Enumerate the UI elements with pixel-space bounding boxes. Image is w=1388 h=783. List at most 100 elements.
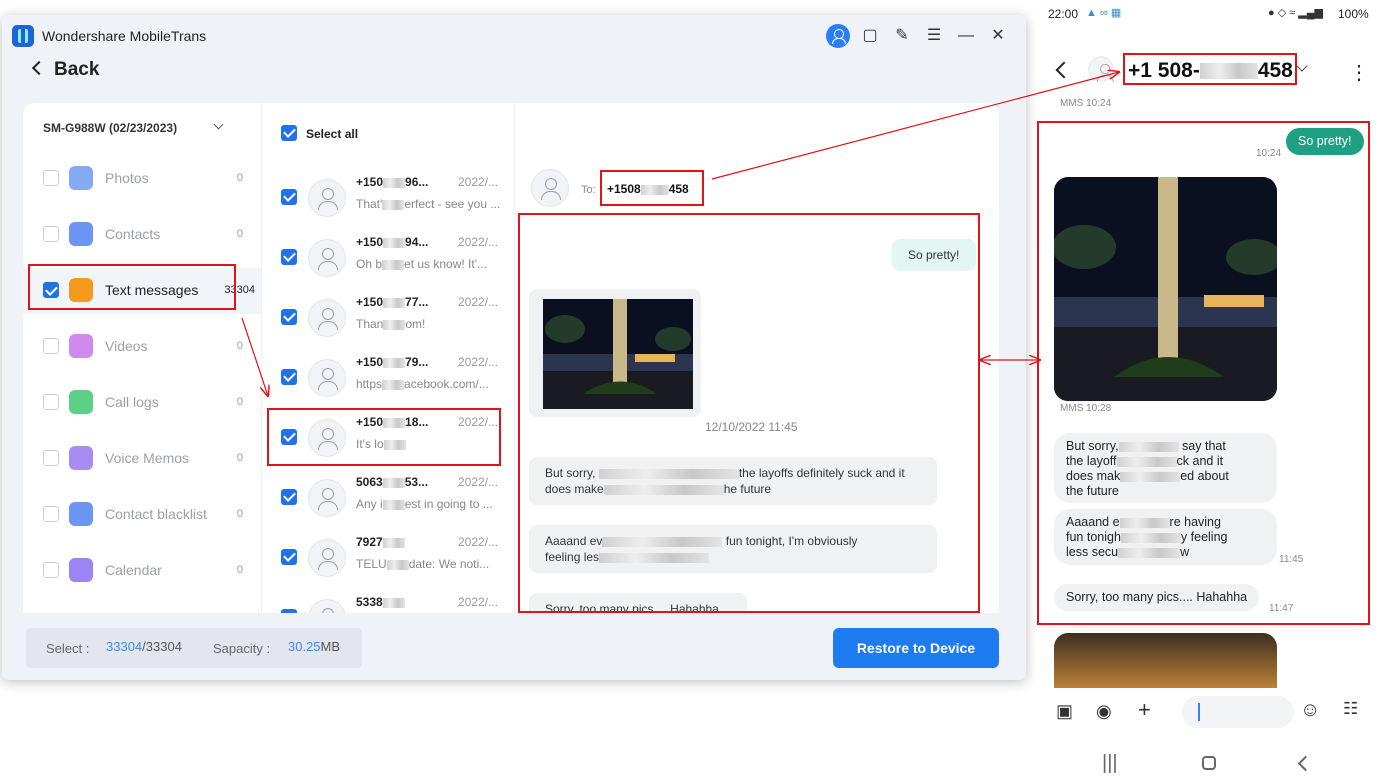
thread-item[interactable]: +150 94... 2022/... Oh b et us know! It'... — [262, 227, 514, 287]
category-item[interactable]: Videos 0 — [23, 324, 261, 370]
food-photo[interactable] — [1054, 633, 1277, 693]
thread-list-panel: Select all +150 96... 2022/... That' erfect … — [262, 103, 514, 613]
category-checkbox[interactable] — [43, 170, 59, 186]
thread-checkbox[interactable] — [281, 309, 297, 325]
thread-preview: TELU date: We noti... — [356, 557, 490, 571]
category-checkbox[interactable] — [43, 226, 59, 242]
home-icon[interactable] — [1202, 756, 1216, 770]
add-icon[interactable]: + — [1138, 697, 1151, 723]
thread-name: 5063 53... — [356, 475, 429, 489]
contact-avatar — [308, 299, 346, 337]
thread-date: 2022/... — [458, 475, 499, 489]
thread-name: +150 94... — [356, 235, 429, 249]
category-count: 0 — [236, 172, 243, 184]
more-options-icon[interactable]: ⋮ — [1349, 60, 1369, 85]
thread-item[interactable]: +150 96... 2022/... That' erfect - see you .… — [262, 167, 514, 227]
thread-item[interactable]: 7927 2022/... TELU date: We noti... — [262, 527, 514, 587]
restore-to-device-button[interactable]: Restore to Device — [833, 628, 999, 668]
thread-checkbox[interactable] — [281, 369, 297, 385]
highlight-phone-number — [1123, 53, 1297, 85]
device-selector[interactable]: SM-G988W (02/23/2023) — [43, 121, 177, 135]
contacts-icon — [69, 222, 93, 246]
category-label: Contact blacklist — [105, 506, 207, 522]
thread-checkbox[interactable] — [281, 249, 297, 265]
camera-icon[interactable]: ◉ — [1096, 701, 1112, 722]
thread-date: 2022/... — [458, 595, 499, 609]
message-input-bar: ▣ ◉ + ☺ ☷ — [1036, 688, 1388, 736]
thread-preview: Oh b et us know! It'... — [356, 257, 488, 271]
category-item[interactable]: Voice Memos 0 — [23, 436, 261, 482]
thread-item[interactable]: 5063 53... 2022/... Any i est in going to ..… — [262, 467, 514, 527]
thread-date: 2022/... — [458, 175, 499, 189]
highlight-recipient — [600, 170, 704, 206]
selection-summary: Select : 33304/33304 Sapacity : 30.25MB — [26, 628, 362, 668]
close-icon[interactable]: ✕ — [986, 25, 1010, 47]
contact-avatar — [531, 169, 569, 207]
category-count: 0 — [236, 396, 243, 408]
select-all-label[interactable]: Select all — [306, 127, 358, 141]
thread-name: +150 96... — [356, 175, 429, 189]
thread-preview: https acebook.com/... — [356, 377, 489, 391]
voice-icon[interactable]: ☷ — [1343, 699, 1358, 719]
thread-checkbox[interactable] — [281, 489, 297, 505]
nav-back-icon[interactable] — [1297, 755, 1314, 772]
category-count: 0 — [236, 452, 243, 464]
account-icon[interactable] — [826, 24, 850, 48]
thread-date: 2022/... — [458, 295, 499, 309]
thread-item[interactable]: 5338 2022/... — [262, 587, 514, 613]
category-item[interactable]: Contacts 0 — [23, 212, 261, 258]
contact-avatar — [308, 359, 346, 397]
back-arrow-icon[interactable] — [1055, 61, 1073, 79]
category-checkbox[interactable] — [43, 338, 59, 354]
contact-avatar — [308, 479, 346, 517]
chevron-down-icon[interactable] — [1296, 60, 1308, 72]
thread-checkbox[interactable] — [281, 189, 297, 205]
category-checkbox[interactable] — [43, 394, 59, 410]
thread-date: 2022/... — [458, 355, 499, 369]
category-checkbox[interactable] — [43, 562, 59, 578]
highlight-conversation — [518, 213, 980, 613]
feedback-icon[interactable]: ▢ — [858, 25, 882, 47]
selected-count: 33304/33304 — [106, 639, 182, 654]
photos-icon — [69, 166, 93, 190]
recent-apps-icon[interactable]: ||| — [1102, 752, 1118, 775]
notification-icons: ▲ ∞ ▦ — [1086, 7, 1122, 19]
category-checkbox[interactable] — [43, 506, 59, 522]
gallery-icon[interactable]: ▣ — [1056, 701, 1073, 722]
thread-name: 7927 — [356, 535, 405, 549]
highlight-text-messages — [28, 264, 236, 310]
category-label: Videos — [105, 338, 148, 354]
app-title: Wondershare MobileTrans — [42, 28, 207, 44]
signal-icons: ● ◇ ≈ ▂▄▆ — [1268, 7, 1324, 19]
category-checkbox[interactable] — [43, 450, 59, 466]
category-label: Contacts — [105, 226, 161, 242]
contact-avatar — [308, 539, 346, 577]
thread-name: 5338 — [356, 595, 405, 609]
thread-checkbox[interactable] — [281, 549, 297, 565]
thread-item[interactable]: +150 79... 2022/... https acebook.com/... — [262, 347, 514, 407]
thread-date: 2022/... — [458, 535, 499, 549]
category-item[interactable]: Photos 0 — [23, 156, 261, 202]
category-item[interactable]: Contact blacklist 0 — [23, 492, 261, 538]
minimize-icon[interactable]: — — [954, 25, 978, 47]
category-label: Calendar — [105, 562, 162, 578]
app-logo-icon — [12, 25, 34, 47]
back-button[interactable]: Back — [31, 59, 99, 81]
contact-avatar — [308, 599, 346, 613]
contact-avatar[interactable] — [1088, 56, 1114, 83]
capacity-label: Sapacity : — [213, 641, 271, 656]
category-item[interactable]: Calendar 0 — [23, 548, 261, 594]
chevron-down-icon[interactable] — [213, 119, 224, 130]
thread-item[interactable]: +150 77... 2022/... Than om! — [262, 287, 514, 347]
category-count: 0 — [236, 564, 243, 576]
category-label: Photos — [105, 170, 149, 186]
category-count: 0 — [236, 508, 243, 520]
edit-icon[interactable]: ✎ — [890, 25, 914, 47]
thread-checkbox[interactable] — [281, 609, 297, 613]
select-all-checkbox[interactable] — [281, 125, 297, 141]
to-label: To: — [581, 184, 596, 196]
menu-icon[interactable]: ☰ — [922, 25, 946, 47]
text-cursor — [1198, 703, 1200, 721]
category-item[interactable]: Call logs 0 — [23, 380, 261, 426]
emoji-icon[interactable]: ☺ — [1300, 699, 1320, 722]
